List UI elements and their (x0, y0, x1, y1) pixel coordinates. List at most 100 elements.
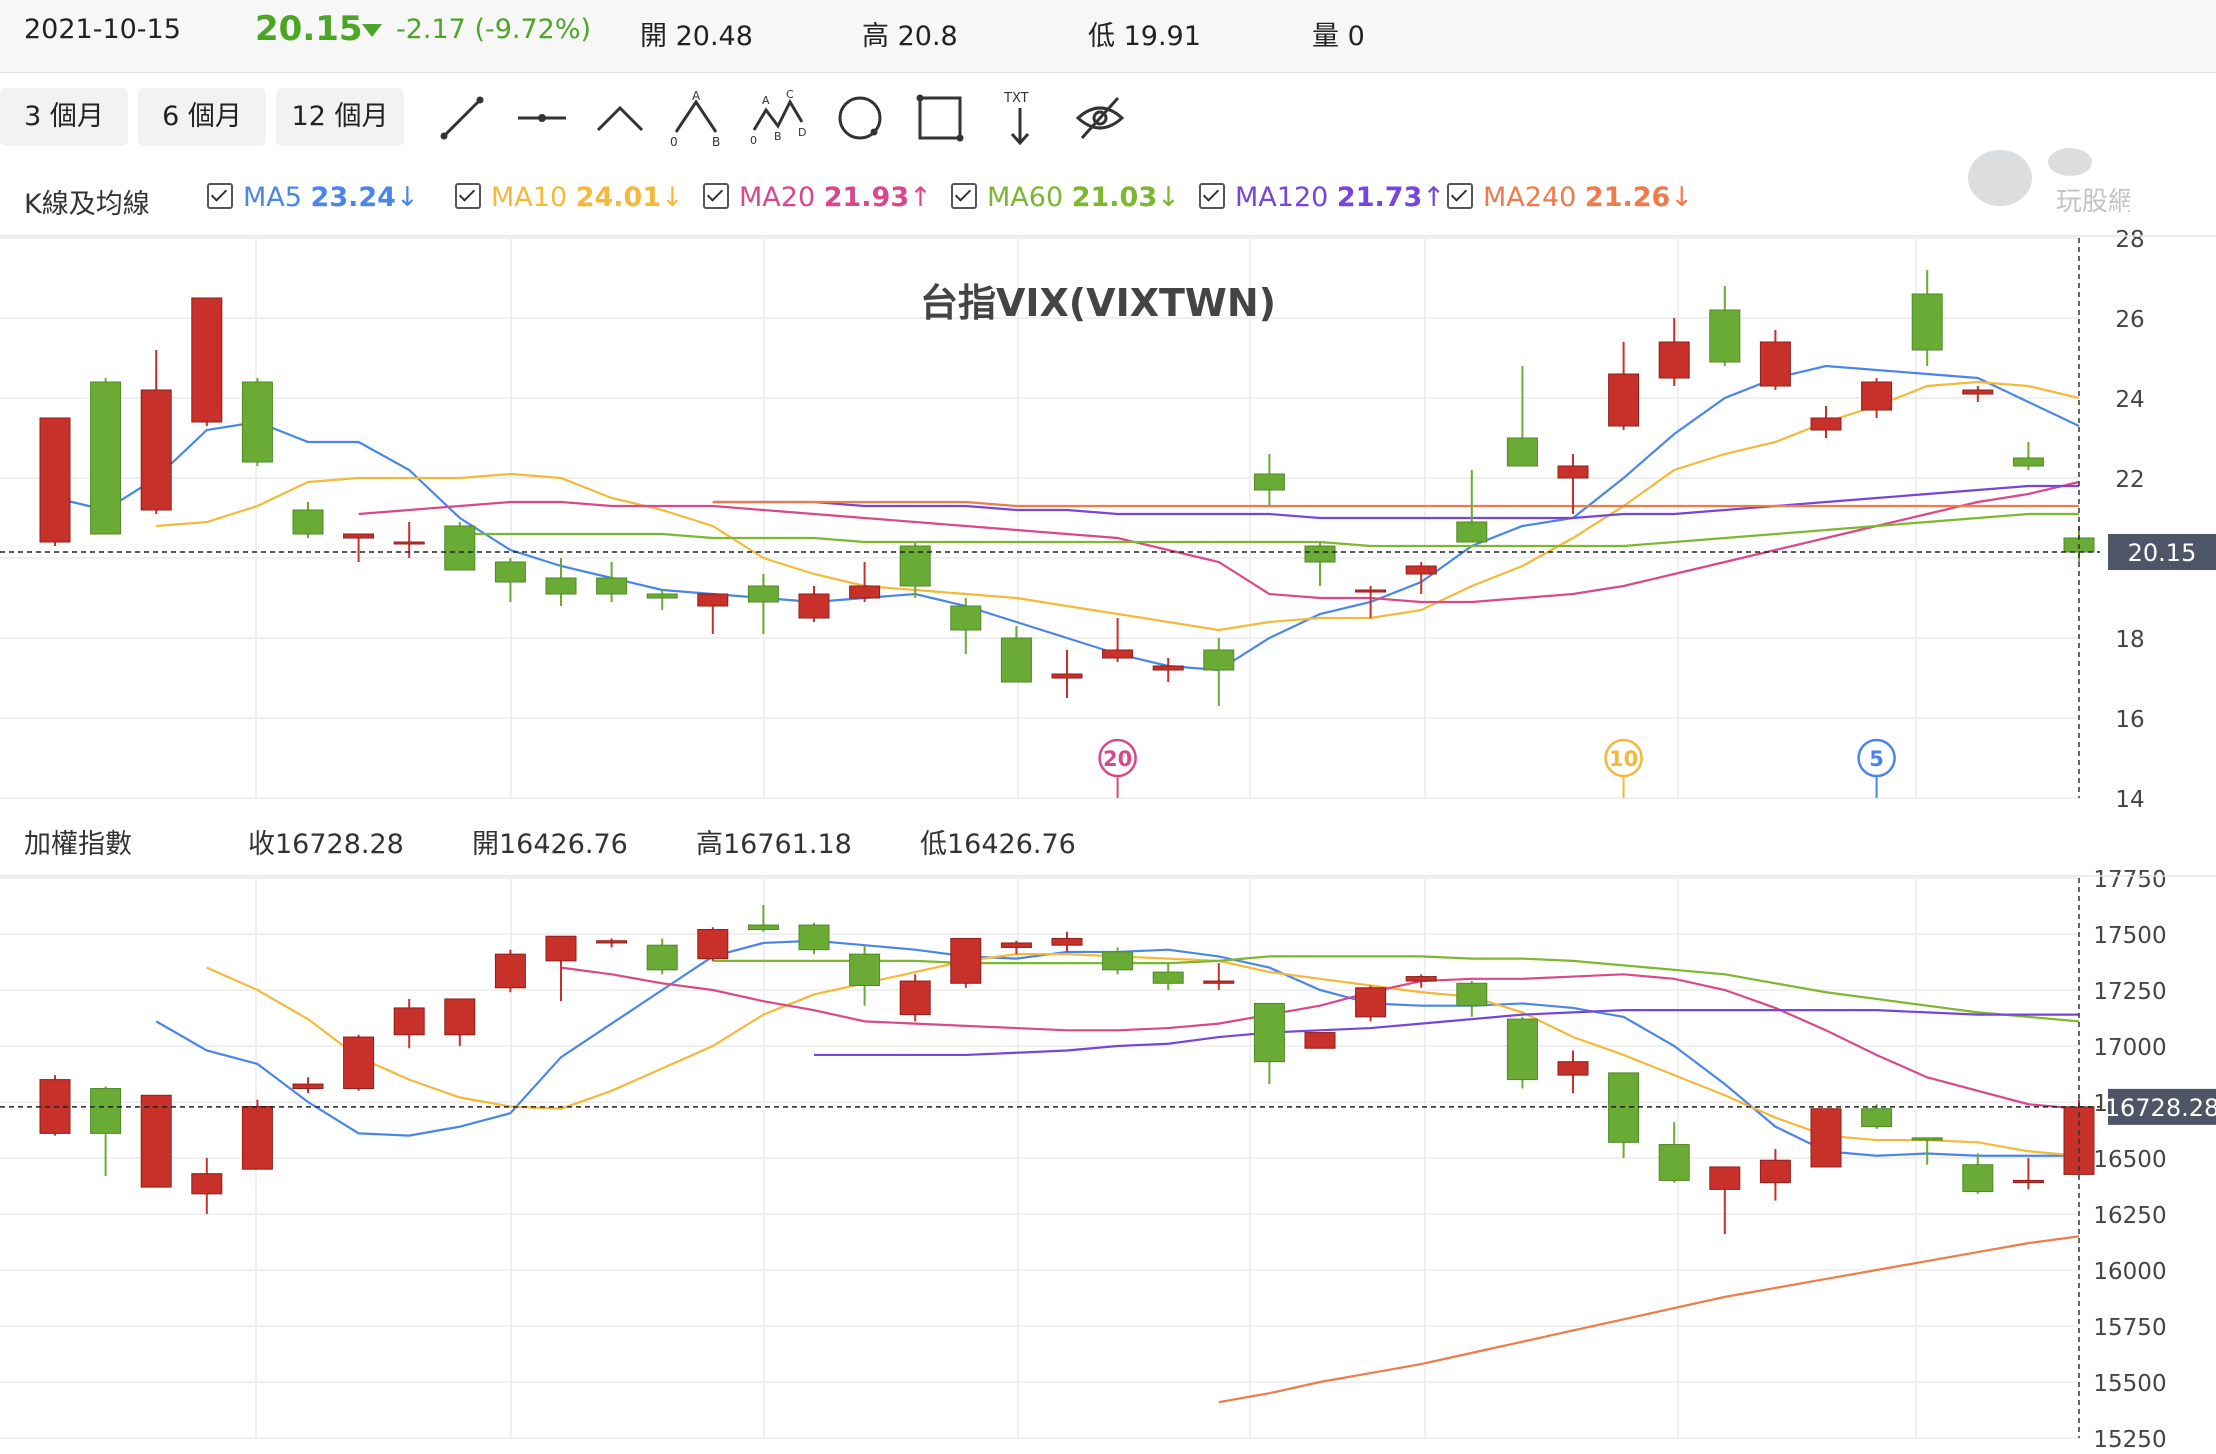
candle-body (1456, 982, 1488, 1007)
chart-title: 台指VIX(VIXTWN) (920, 281, 1276, 325)
taiex-pane: 1525015500157501600016250165001675017000… (0, 867, 2216, 1453)
y-tick-label: 14 (2115, 787, 2144, 813)
candle-body (1557, 465, 1589, 479)
chart-canvas[interactable]: 1416182022242628台指VIX(VIXTWN)20.15201051… (0, 0, 2216, 1454)
candle-body (241, 381, 273, 463)
candle-body (1000, 942, 1032, 948)
candle-body (1506, 437, 1538, 467)
candle-body (1304, 545, 1336, 563)
candle-body (545, 577, 577, 595)
candle-body (1709, 1166, 1741, 1190)
y-tick-label: 16500 (2093, 1147, 2166, 1173)
y-tick-label: 22 (2115, 467, 2144, 493)
candle-body (1405, 976, 1437, 982)
candle-body (2012, 1179, 2044, 1184)
candle-body (1557, 1061, 1589, 1076)
y-tick-label: 17000 (2093, 1035, 2166, 1061)
y-tick-label: 15750 (2093, 1315, 2166, 1341)
candle-body (1810, 1108, 1842, 1168)
y-tick-label: 18 (2115, 627, 2144, 653)
candle-body (1355, 987, 1387, 1018)
period-marker-label: 5 (1869, 747, 1884, 771)
candle-body (39, 417, 71, 543)
candle-body (1911, 293, 1943, 351)
ma10-line (206, 953, 2080, 1157)
y-tick-label: 28 (2115, 227, 2144, 253)
candle-body (1152, 665, 1184, 671)
candle-body (2012, 457, 2044, 467)
candle-body (1253, 473, 1285, 491)
candle-body (899, 980, 931, 1016)
candle-body (1759, 341, 1791, 387)
candle-body (292, 509, 324, 535)
last-value-label: 16728.28 (2105, 1094, 2216, 1122)
candle-body (950, 605, 982, 631)
candle-body (343, 533, 375, 539)
y-tick-label: 17500 (2093, 923, 2166, 949)
candle-body (747, 924, 779, 931)
ma240-line (1218, 1235, 2080, 1404)
candle-body (1051, 673, 1083, 679)
candle-body (140, 389, 172, 511)
candle-body (1810, 417, 1842, 431)
candle-body (1456, 521, 1488, 543)
candle-body (1203, 980, 1235, 984)
candle-body (140, 1094, 172, 1188)
candle-body (343, 1036, 375, 1090)
candle-body (849, 953, 881, 987)
candle-body (697, 929, 729, 960)
candle-body (1861, 1108, 1893, 1128)
y-tick-label: 17250 (2093, 979, 2166, 1005)
candle-body (697, 593, 729, 607)
candle-body (1608, 373, 1640, 427)
period-marker-label: 10 (1609, 747, 1638, 771)
candle-body (393, 541, 425, 545)
y-tick-label: 16250 (2093, 1203, 2166, 1229)
candle-body (1355, 589, 1387, 593)
last-value-label: 20.15 (2128, 539, 2197, 567)
candle-body (444, 998, 476, 1036)
vix-pane: 1416182022242628台指VIX(VIXTWN)20.1520105 (0, 227, 2216, 813)
candle-body (90, 381, 122, 535)
y-tick-label: 16000 (2093, 1259, 2166, 1285)
candle-body (545, 935, 577, 962)
candle-body (1152, 971, 1184, 984)
candle-body (90, 1088, 122, 1134)
candle-body (646, 944, 678, 971)
candle-body (1203, 649, 1235, 671)
candle-body (1759, 1159, 1791, 1184)
candle-body (1253, 1002, 1285, 1063)
candle-body (1658, 341, 1690, 379)
candle-body (747, 585, 779, 603)
y-tick-label: 15250 (2093, 1427, 2166, 1453)
candle-body (1304, 1032, 1336, 1049)
candle-body (1911, 1137, 1943, 1141)
candle-body (1658, 1144, 1690, 1181)
candle-body (241, 1105, 273, 1170)
candle-body (393, 1007, 425, 1036)
candle-body (596, 940, 628, 944)
candle-body (1962, 389, 1994, 395)
y-tick-label: 15500 (2093, 1371, 2166, 1397)
candle-body (1405, 565, 1437, 575)
candle-body (191, 1173, 223, 1195)
candle-body (798, 924, 830, 951)
ma60-line (459, 512, 2079, 548)
period-marker-label: 20 (1103, 747, 1132, 771)
candle-body (646, 593, 678, 599)
candle-body (292, 1083, 324, 1090)
candle-body (596, 577, 628, 595)
candle-body (950, 937, 982, 984)
candle-body (1000, 637, 1032, 683)
candle-body (494, 953, 526, 989)
candle-body (798, 593, 830, 619)
candle-body (444, 525, 476, 571)
y-tick-label: 16 (2115, 707, 2144, 733)
ma5-line (54, 364, 2080, 672)
candle-body (1102, 649, 1134, 659)
candle-body (849, 585, 881, 599)
y-tick-label: 24 (2115, 387, 2144, 413)
candle-body (1506, 1018, 1538, 1081)
y-tick-label: 17750 (2093, 867, 2166, 893)
candle-body (1709, 309, 1741, 363)
